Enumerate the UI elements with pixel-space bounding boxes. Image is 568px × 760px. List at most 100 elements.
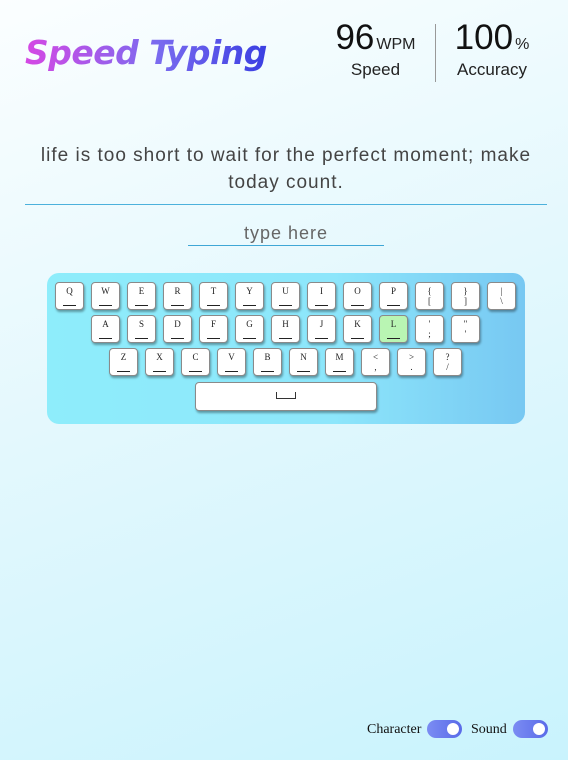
key-1-8[interactable]: L (379, 315, 408, 343)
sound-toggle-knob (533, 723, 545, 735)
key-top-label: } (463, 286, 468, 296)
sound-toggle[interactable] (513, 720, 548, 738)
key-top-label: W (101, 286, 110, 296)
key-top-label: I (320, 286, 323, 296)
key-top-label: " (463, 319, 468, 329)
virtual-keyboard: Q W E R T Y U I O P{[}] | \ A S D F G H J K L '; " ' Z X C V B N M <, >.… (47, 273, 525, 424)
key-top-label: S (138, 319, 144, 329)
key-0-3[interactable]: R (163, 282, 192, 310)
character-toggle-knob (447, 723, 459, 735)
key-underline (99, 338, 112, 339)
key-underline (171, 305, 184, 306)
key-0-1[interactable]: W (91, 282, 120, 310)
key-2-2[interactable]: C (181, 348, 210, 376)
key-1-1[interactable]: S (127, 315, 156, 343)
key-top-label: K (354, 319, 361, 329)
key-1-5[interactable]: H (271, 315, 300, 343)
key-top-label: X (156, 352, 163, 362)
key-0-4[interactable]: T (199, 282, 228, 310)
key-top-label: ? (445, 352, 450, 362)
accuracy-value: 100 (454, 18, 514, 57)
key-underline (63, 305, 76, 306)
key-0-0[interactable]: Q (55, 282, 84, 310)
key-underline (99, 305, 112, 306)
key-space[interactable] (195, 382, 377, 411)
key-underline (333, 371, 346, 372)
key-0-9[interactable]: P (379, 282, 408, 310)
key-2-6[interactable]: M (325, 348, 354, 376)
speed-value: 96 (335, 18, 375, 57)
key-1-2[interactable]: D (163, 315, 192, 343)
key-underline (243, 338, 256, 339)
key-top-label: { (427, 286, 432, 296)
key-2-7[interactable]: <, (361, 348, 390, 376)
key-bottom-label: . (410, 362, 413, 372)
key-0-2[interactable]: E (127, 282, 156, 310)
key-underline (225, 371, 238, 372)
key-bottom-label: [ (428, 296, 431, 306)
key-0-10[interactable]: {[ (415, 282, 444, 310)
key-top-label: A (102, 319, 109, 329)
key-top-label: G (246, 319, 253, 329)
accuracy-unit: % (515, 36, 530, 53)
key-top-label: L (390, 319, 397, 329)
key-underline (387, 305, 400, 306)
key-0-12[interactable]: | \ (487, 282, 516, 310)
key-0-7[interactable]: I (307, 282, 336, 310)
key-1-6[interactable]: J (307, 315, 336, 343)
key-1-3[interactable]: F (199, 315, 228, 343)
key-top-label: E (138, 286, 145, 296)
key-0-11[interactable]: }] (451, 282, 480, 310)
key-2-3[interactable]: V (217, 348, 246, 376)
key-top-label: T (210, 286, 217, 296)
header: Speed Typing 96 WPM Speed 100% Accuracy (0, 0, 568, 100)
sound-toggle-label: Sound (471, 722, 507, 737)
key-bottom-label: / (446, 362, 449, 372)
key-2-5[interactable]: N (289, 348, 318, 376)
key-top-label: > (408, 352, 415, 362)
key-0-6[interactable]: U (271, 282, 300, 310)
key-top-label: D (174, 319, 181, 329)
key-2-4[interactable]: B (253, 348, 282, 376)
key-1-4[interactable]: G (235, 315, 264, 343)
key-underline (135, 338, 148, 339)
key-bottom-label: ' (464, 329, 467, 339)
key-top-label: ' (428, 319, 431, 329)
key-top-label: U (282, 286, 289, 296)
key-2-0[interactable]: Z (109, 348, 138, 376)
key-2-1[interactable]: X (145, 348, 174, 376)
key-top-label: M (335, 352, 344, 362)
key-bottom-label: \ (500, 296, 503, 306)
key-top-label: C (192, 352, 199, 362)
key-top-label: O (354, 286, 361, 296)
key-top-label: N (300, 352, 307, 362)
speed-label: Speed (350, 60, 401, 79)
key-1-9[interactable]: '; (415, 315, 444, 343)
key-2-9[interactable]: ? / (433, 348, 462, 376)
key-bottom-label: , (374, 362, 377, 372)
key-underline (243, 305, 256, 306)
key-1-0[interactable]: A (91, 315, 120, 343)
accuracy-stat: 100% Accuracy (447, 18, 537, 80)
key-underline (315, 305, 328, 306)
key-top-label: < (372, 352, 379, 362)
key-1-7[interactable]: K (343, 315, 372, 343)
key-top-label: Z (120, 352, 127, 362)
key-0-5[interactable]: Y (235, 282, 264, 310)
quote-divider (25, 204, 547, 205)
key-underline (315, 338, 328, 339)
key-1-10[interactable]: " ' (451, 315, 480, 343)
key-underline (297, 371, 310, 372)
key-2-8[interactable]: >. (397, 348, 426, 376)
typing-input[interactable] (188, 222, 384, 246)
key-underline (153, 371, 166, 372)
key-underline (189, 371, 202, 372)
key-underline (351, 305, 364, 306)
key-underline (279, 338, 292, 339)
key-underline (351, 338, 364, 339)
key-underline (135, 305, 148, 306)
key-0-8[interactable]: O (343, 282, 372, 310)
character-toggle[interactable] (427, 720, 462, 738)
key-top-label: J (319, 319, 324, 329)
key-underline (261, 371, 274, 372)
